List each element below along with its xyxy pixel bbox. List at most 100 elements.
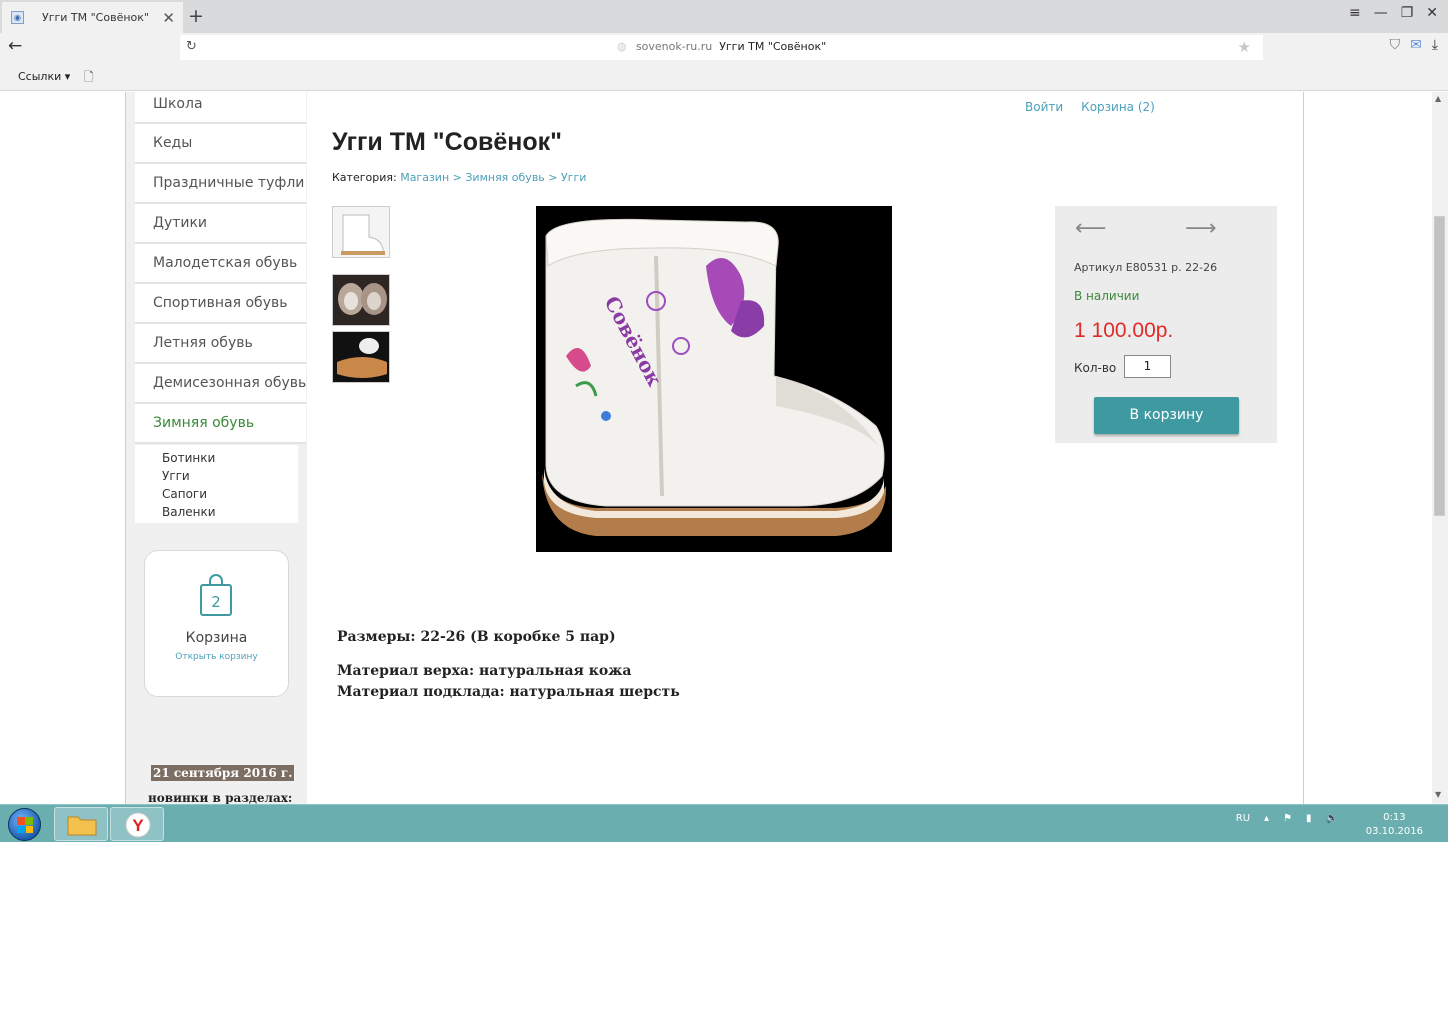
- bookmarks-links-menu[interactable]: Ссылки ▾: [18, 70, 70, 83]
- left-margin: [0, 92, 126, 804]
- main-content: Войти Корзина (2) Угги ТМ "Совёнок" Кате…: [307, 92, 1303, 804]
- site-favicon-icon: ◉: [11, 11, 24, 24]
- add-to-cart-button[interactable]: В корзину: [1094, 397, 1239, 434]
- menu-item-sport[interactable]: Спортивная обувь: [135, 284, 306, 324]
- breadcrumb: Категория: Магазин > Зимняя обувь > Угги: [332, 171, 586, 184]
- quantity-label: Кол-во: [1074, 361, 1117, 375]
- product-sizes: Размеры: 22-26 (В коробке 5 пар): [337, 629, 616, 645]
- toolbar-icons: ⛉ ✉ ⤓: [1390, 37, 1438, 53]
- url-domain: sovenok-ru.ru: [635, 40, 713, 53]
- menu-icon[interactable]: ≡: [1349, 5, 1361, 21]
- yandex-browser-icon: Y: [125, 812, 151, 838]
- menu-item-winter[interactable]: Зимняя обувь: [135, 404, 306, 444]
- menu-item-festive-shoes[interactable]: Праздничные туфли: [135, 164, 306, 204]
- svg-text:Y: Y: [132, 816, 144, 835]
- address-row: ← ↻ ◍ sovenok-ru.ru Угги ТМ "Совёнок" ★ …: [0, 33, 1448, 61]
- product-thumbnail[interactable]: [332, 206, 390, 258]
- buy-box: ⟵ ⟶ Артикул E80531 р. 22-26 В наличии 1 …: [1055, 206, 1277, 443]
- open-cart-link[interactable]: Открыть корзину: [145, 652, 288, 662]
- breadcrumb-uggs[interactable]: Угги: [561, 171, 586, 184]
- breadcrumb-sep: >: [452, 171, 462, 184]
- header-links: Войти Корзина (2): [1025, 100, 1155, 114]
- url-page-title: Угги ТМ "Совёнок": [719, 40, 827, 53]
- taskbar-yandex-browser[interactable]: Y: [110, 807, 164, 841]
- address-bar[interactable]: ↻ ◍ sovenok-ru.ru Угги ТМ "Совёнок" ★: [180, 35, 1263, 60]
- minimize-icon[interactable]: —: [1374, 5, 1388, 21]
- restore-icon[interactable]: ❐: [1401, 5, 1414, 21]
- submenu-item-valenki[interactable]: Валенки: [162, 503, 298, 521]
- product-thumbnail[interactable]: [332, 331, 390, 383]
- scroll-down-icon[interactable]: ▼: [1435, 790, 1441, 799]
- right-margin: [1303, 92, 1432, 804]
- menu-item-toddler[interactable]: Малодетская обувь: [135, 244, 306, 284]
- breadcrumb-shop[interactable]: Магазин: [400, 171, 449, 184]
- download-icon[interactable]: ⤓: [1432, 37, 1438, 53]
- menu-item-school[interactable]: Школа: [135, 92, 306, 124]
- news-date: 21 сентября 2016 г.: [151, 765, 295, 781]
- cart-count: 2: [211, 593, 221, 611]
- windows-taskbar: Y RU ▴ ⚑ ▮ 🔈 0:13 03.10.2016: [0, 804, 1448, 842]
- tray-expand-icon[interactable]: ▴: [1264, 813, 1269, 824]
- system-tray: RU ▴ ⚑ ▮ 🔈: [1236, 813, 1338, 824]
- news-heading: новинки в разделах:: [148, 791, 293, 804]
- start-button[interactable]: [8, 808, 41, 841]
- product-price: 1 100.00р.: [1074, 319, 1174, 342]
- submenu-item-uggs[interactable]: Угги: [162, 467, 298, 485]
- next-product-arrow-icon[interactable]: ⟶: [1185, 216, 1217, 241]
- windows-logo-icon: [17, 817, 33, 833]
- product-material-lining: Материал подклада: натуральная шерсть: [337, 684, 680, 700]
- clock-time: 0:13: [1383, 812, 1406, 823]
- breadcrumb-winter[interactable]: Зимняя обувь: [465, 171, 544, 184]
- category-menu: Школа Кеды Праздничные туфли Дутики Мало…: [135, 92, 306, 444]
- menu-item-summer[interactable]: Летняя обувь: [135, 324, 306, 364]
- menu-item-keds[interactable]: Кеды: [135, 124, 306, 164]
- category-label: Категория:: [332, 171, 397, 184]
- web-page: Школа Кеды Праздничные туфли Дутики Мало…: [0, 92, 1448, 804]
- header-cart-link[interactable]: Корзина (2): [1081, 100, 1155, 114]
- availability-status: В наличии: [1074, 289, 1140, 303]
- bookmarks-bar: Ссылки ▾ 🗋: [0, 61, 1448, 91]
- action-center-flag-icon[interactable]: ⚑: [1283, 813, 1292, 824]
- tab-close-icon[interactable]: ✕: [162, 9, 175, 27]
- volume-icon[interactable]: 🔈: [1326, 813, 1338, 824]
- login-link[interactable]: Войти: [1025, 100, 1063, 114]
- quantity-input[interactable]: 1: [1124, 355, 1171, 378]
- globe-icon: ◍: [616, 40, 627, 53]
- submenu-item-boots[interactable]: Ботинки: [162, 449, 298, 467]
- browser-tab-bar: ◉ Угги ТМ "Совёнок" ✕ + ≡ — ❐ ✕: [0, 0, 1448, 33]
- menu-item-demiseason[interactable]: Демисезонная обувь: [135, 364, 306, 404]
- scroll-up-icon[interactable]: ▲: [1435, 94, 1441, 103]
- language-indicator[interactable]: RU: [1236, 813, 1250, 824]
- clock-date: 03.10.2016: [1365, 826, 1423, 837]
- menu-item-dutiki[interactable]: Дутики: [135, 204, 306, 244]
- shopping-bag-icon: 2: [200, 574, 232, 616]
- product-title: Угги ТМ "Совёнок": [332, 128, 562, 156]
- breadcrumb-sep: >: [548, 171, 558, 184]
- article-number: Артикул E80531 р. 22-26: [1074, 261, 1218, 274]
- product-material-top: Материал верха: натуральная кожа: [337, 663, 632, 679]
- folder-icon: [67, 816, 97, 836]
- page-scrollbar[interactable]: ▲ ▼: [1432, 92, 1448, 804]
- taskbar-explorer[interactable]: [54, 807, 108, 841]
- close-window-icon[interactable]: ✕: [1426, 5, 1438, 21]
- protect-shield-icon[interactable]: ⛉: [1390, 37, 1401, 53]
- scrollbar-thumb[interactable]: [1434, 216, 1445, 516]
- back-arrow-icon[interactable]: ←: [8, 36, 22, 56]
- window-controls: ≡ — ❐ ✕: [1349, 5, 1438, 21]
- document-icon[interactable]: 🗋: [84, 68, 94, 89]
- new-tab-button[interactable]: +: [188, 5, 204, 27]
- prev-product-arrow-icon[interactable]: ⟵: [1075, 216, 1107, 241]
- power-icon[interactable]: ▮: [1306, 813, 1312, 824]
- product-thumbnail[interactable]: [332, 274, 390, 326]
- system-clock[interactable]: 0:13 03.10.2016: [1366, 811, 1423, 839]
- submenu-item-high-boots[interactable]: Сапоги: [162, 485, 298, 503]
- cart-label: Корзина: [185, 630, 248, 646]
- product-main-image[interactable]: Совёнок: [536, 206, 892, 552]
- bookmark-star-icon[interactable]: ★: [1238, 38, 1251, 56]
- url-text: ◍ sovenok-ru.ru Угги ТМ "Совёнок": [180, 40, 1263, 53]
- browser-tab[interactable]: ◉ Угги ТМ "Совёнок" ✕: [2, 2, 183, 33]
- tab-title: Угги ТМ "Совёнок": [42, 11, 149, 24]
- sidebar-cart-widget[interactable]: 2 Корзина Открыть корзину: [144, 550, 289, 697]
- winter-submenu: Ботинки Угги Сапоги Валенки: [135, 445, 298, 523]
- mail-icon[interactable]: ✉: [1410, 37, 1422, 53]
